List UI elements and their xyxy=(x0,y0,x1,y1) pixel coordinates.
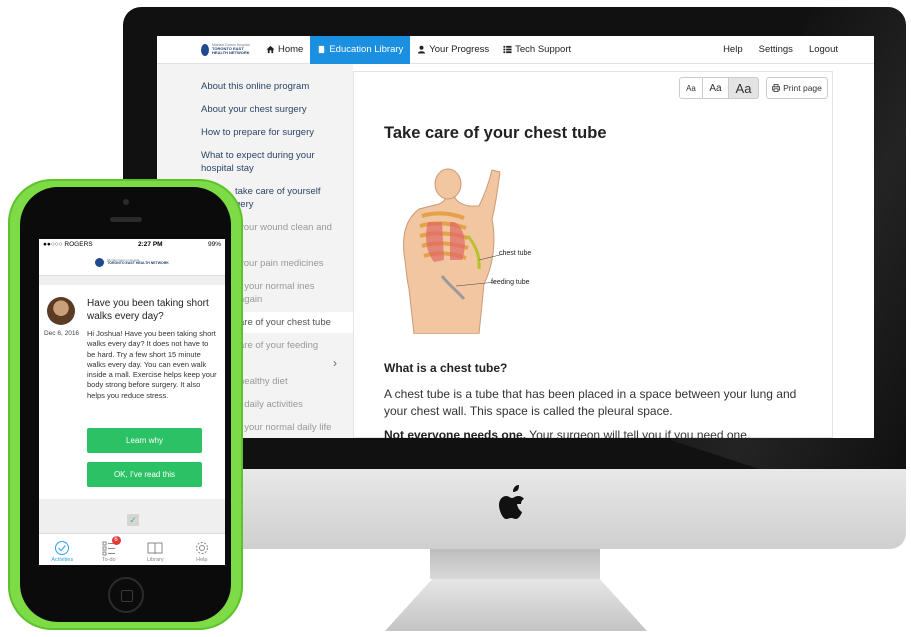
sidebar-item[interactable]: t your normal ines again xyxy=(239,280,329,306)
chest-tube-label: chest tube xyxy=(499,250,532,257)
nav-help[interactable]: Help xyxy=(723,44,743,55)
nav-your-progress[interactable]: Your Progress xyxy=(410,36,496,64)
font-small-button[interactable]: Aa xyxy=(679,77,703,99)
carrier: ●●○○○ ROGERS xyxy=(43,241,93,248)
open-book-icon xyxy=(147,542,163,555)
status-time: 2:27 PM xyxy=(138,241,163,248)
home-icon xyxy=(266,45,275,54)
app-header: Michael Garron Hospital TORONTO EAST HEA… xyxy=(39,250,225,276)
tab-todo[interactable]: To-do 6 xyxy=(86,534,133,565)
camera-icon xyxy=(123,199,129,205)
body-paragraph: A chest tube is a tube that has been pla… xyxy=(384,387,797,418)
message-title: Have you been taking short walks every d… xyxy=(87,298,209,322)
learn-why-button[interactable]: Learn why xyxy=(87,428,202,453)
logo-icon xyxy=(95,258,105,267)
print-label: Print page xyxy=(783,83,822,93)
nav-logout[interactable]: Logout xyxy=(809,44,838,55)
tab-activities-label: Activities xyxy=(51,557,74,563)
gear-icon xyxy=(195,542,208,554)
chest-tube-illustration xyxy=(403,168,505,334)
nav-home-label: Home xyxy=(278,44,304,55)
chevron-right-icon[interactable]: › xyxy=(333,356,337,370)
battery: 99% xyxy=(207,241,221,248)
printer-icon xyxy=(772,84,781,92)
monitor-neck xyxy=(430,549,600,579)
brand-line2: TORONTO EAST HEALTH NETWORK xyxy=(107,261,169,266)
monitor-stand xyxy=(385,579,647,631)
sidebar-item[interactable]: About this online program xyxy=(201,80,341,93)
tab-help-label: Help xyxy=(196,557,208,563)
nav-progress-label: Your Progress xyxy=(429,44,490,55)
font-size-group: Aa Aa Aa xyxy=(679,77,759,99)
sidebar-item[interactable]: t your normal daily life xyxy=(239,421,349,434)
todo-count-badge: 6 xyxy=(111,536,121,545)
print-page-button[interactable]: Print page xyxy=(766,77,828,99)
home-button[interactable] xyxy=(108,577,144,613)
font-large-button[interactable]: Aa xyxy=(729,77,759,99)
nav-tech-support[interactable]: Tech Support xyxy=(496,36,578,64)
tab-bar: Activities To-do 6 Library Help xyxy=(39,533,225,565)
message-date: Dec 6, 2016 xyxy=(44,330,80,337)
body-paragraph-2: Not everyone needs one. Your surgeon wil… xyxy=(384,428,804,438)
tab-library-label: Library xyxy=(146,557,164,563)
nav-education-library[interactable]: Education Library xyxy=(310,36,411,64)
para2-rest: Your surgeon will tell you if you need o… xyxy=(526,428,751,438)
status-bar: ●●○○○ ROGERS 2:27 PM 99% xyxy=(39,239,225,250)
user-icon xyxy=(418,45,426,54)
tab-library[interactable]: Library xyxy=(132,534,179,565)
para2-bold: Not everyone needs one. xyxy=(384,428,527,438)
page-title: Take care of your chest tube xyxy=(384,124,607,142)
sidebar-item[interactable]: What to expect during your hospital stay xyxy=(201,149,341,175)
message-body: Hi Joshua! Have you been taking short wa… xyxy=(87,329,217,400)
feeding-tube-label: feeding tube xyxy=(491,279,530,286)
nav-support-label: Tech Support xyxy=(515,44,572,55)
nav-home[interactable]: Home xyxy=(259,36,310,64)
sidebar-item[interactable]: take care of yourself gery xyxy=(235,185,335,211)
sidebar-item[interactable]: are of your feeding xyxy=(239,339,329,352)
top-navbar: Michael Garron Hospital TORONTO EAST HEA… xyxy=(157,36,874,64)
list-icon xyxy=(503,45,512,54)
lesson-content: Aa Aa Aa Print page Take care of your ch… xyxy=(353,71,833,438)
logo-icon xyxy=(201,43,209,56)
brand-line2: TORONTO EAST HEALTH NETWORK xyxy=(212,46,250,56)
tab-todo-label: To-do xyxy=(101,557,116,563)
font-medium-button[interactable]: Aa xyxy=(703,77,729,99)
sidebar-item[interactable]: t daily activities xyxy=(239,398,339,411)
check-icon[interactable]: ✓ xyxy=(127,514,139,526)
speaker-grille xyxy=(110,217,142,222)
hospital-logo[interactable]: Michael Garron Hospital TORONTO EAST HEA… xyxy=(201,43,259,56)
sidebar-item[interactable]: your pain medicines xyxy=(239,257,339,270)
sidebar-item[interactable]: How to prepare for surgery xyxy=(201,126,341,139)
nav-education-label: Education Library xyxy=(329,44,404,55)
tab-help[interactable]: Help xyxy=(179,534,226,565)
sidebar-item[interactable]: About your chest surgery xyxy=(201,103,341,116)
apple-logo-icon xyxy=(499,485,524,519)
book-icon xyxy=(319,45,325,54)
sidebar-item[interactable]: healthy diet xyxy=(239,375,339,388)
sidebar-item-current[interactable]: are of your chest tube xyxy=(235,312,353,333)
nav-right-links: Help Settings Logout xyxy=(723,44,874,55)
tab-activities[interactable]: Activities xyxy=(39,534,86,565)
phone-screen: ●●○○○ ROGERS 2:27 PM 99% Michael Garron … xyxy=(39,239,225,565)
section-heading: What is a chest tube? xyxy=(384,361,508,375)
desktop-screen: Michael Garron Hospital TORONTO EAST HEA… xyxy=(157,36,874,438)
nav-settings[interactable]: Settings xyxy=(759,44,793,55)
avatar xyxy=(47,297,75,325)
read-this-button[interactable]: OK, I've read this xyxy=(87,462,202,487)
sidebar-item[interactable]: your wound clean and xyxy=(239,221,339,234)
message-card: Dec 6, 2016 Have you been taking short w… xyxy=(39,285,225,499)
checkmark-circle-icon xyxy=(55,541,70,555)
